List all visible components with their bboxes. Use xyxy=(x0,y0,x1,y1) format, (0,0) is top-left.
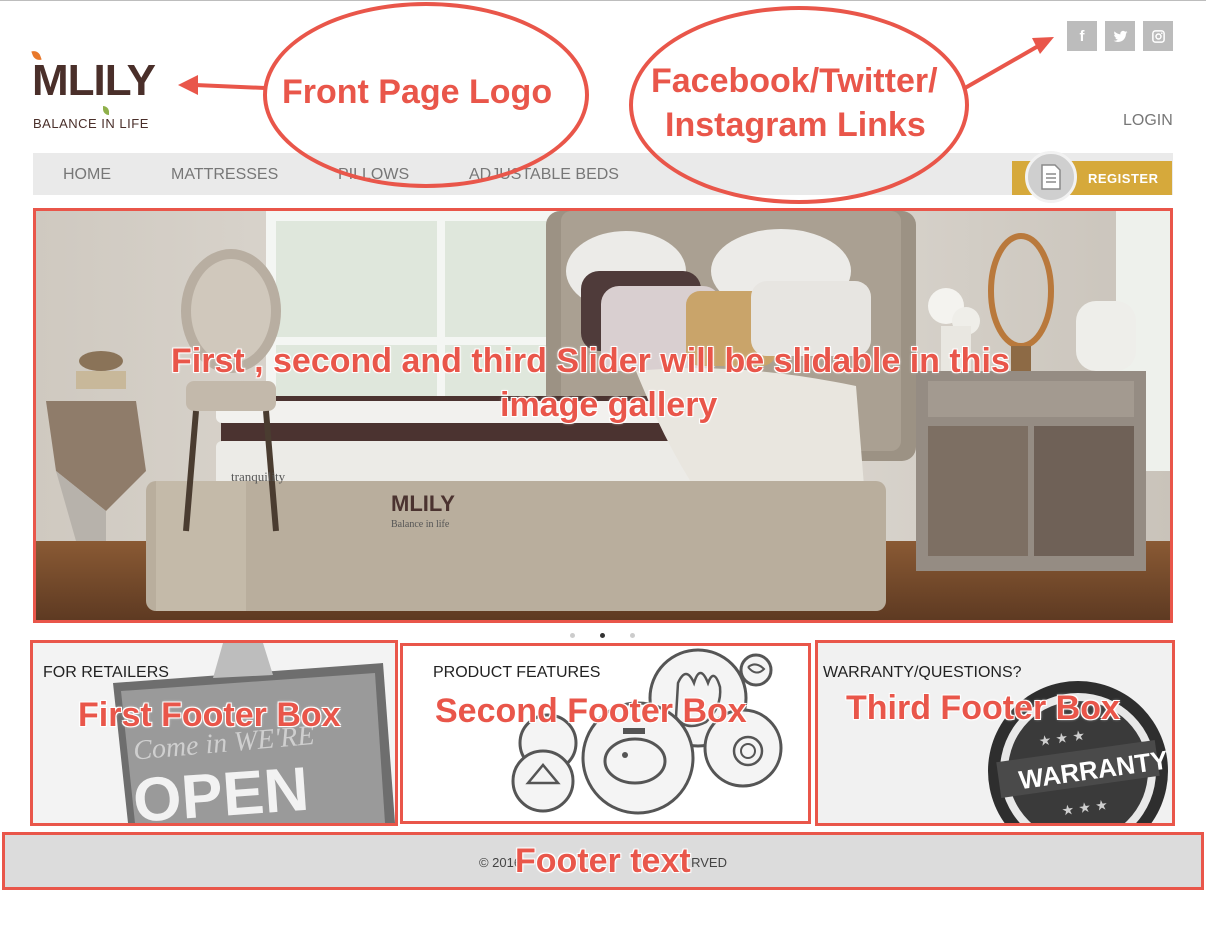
slider-dot-1[interactable] xyxy=(570,633,575,638)
annotation-slider-label-2: image gallery xyxy=(500,386,718,424)
main-nav: HOME MATTRESSES PILLOWS ADJUSTABLE BEDS xyxy=(33,153,1173,195)
annotation-footer-label: Footer text xyxy=(515,842,691,880)
register-label: REGISTER xyxy=(1088,171,1159,186)
annotation-box2-label: Second Footer Box xyxy=(435,692,747,730)
instagram-icon xyxy=(1151,29,1165,43)
page: MLILY BALANCE IN LIFE f LOGIN HOME MATTR… xyxy=(0,0,1206,929)
annotation-logo-label: Front Page Logo xyxy=(282,73,553,111)
annotation-box3-label: Third Footer Box xyxy=(846,689,1120,727)
annotation-social-label-1: Facebook/Twitter/ xyxy=(651,62,938,100)
facebook-icon: f xyxy=(1079,27,1085,45)
slider-dot-3[interactable] xyxy=(630,633,635,638)
annotation-slider-label-1: First , second and third Slider will be … xyxy=(171,342,1010,380)
twitter-link[interactable] xyxy=(1105,21,1135,51)
footer-box-2-frame xyxy=(400,643,811,824)
instagram-link[interactable] xyxy=(1143,21,1173,51)
login-link[interactable]: LOGIN xyxy=(1123,112,1173,130)
site-logo[interactable]: MLILY BALANCE IN LIFE xyxy=(31,49,182,136)
annotation-box1-label: First Footer Box xyxy=(78,696,341,734)
nav-item-mattresses[interactable]: MATTRESSES xyxy=(171,166,278,184)
top-border xyxy=(0,0,1206,1)
logo-leaf-icon xyxy=(103,106,109,115)
document-icon xyxy=(1041,164,1061,190)
annotation-social-label-2: Instagram Links xyxy=(665,106,926,144)
logo-tagline: BALANCE IN LIFE xyxy=(33,116,149,131)
nav-item-home[interactable]: HOME xyxy=(63,166,111,184)
register-document-icon[interactable] xyxy=(1025,151,1077,203)
annotation-ellipse-social xyxy=(629,6,969,204)
logo-wordmark: MLILY xyxy=(32,56,156,105)
twitter-icon xyxy=(1113,30,1127,42)
footer-box-3-frame xyxy=(815,640,1175,826)
slider-dot-2[interactable] xyxy=(600,633,605,638)
facebook-link[interactable]: f xyxy=(1067,21,1097,51)
